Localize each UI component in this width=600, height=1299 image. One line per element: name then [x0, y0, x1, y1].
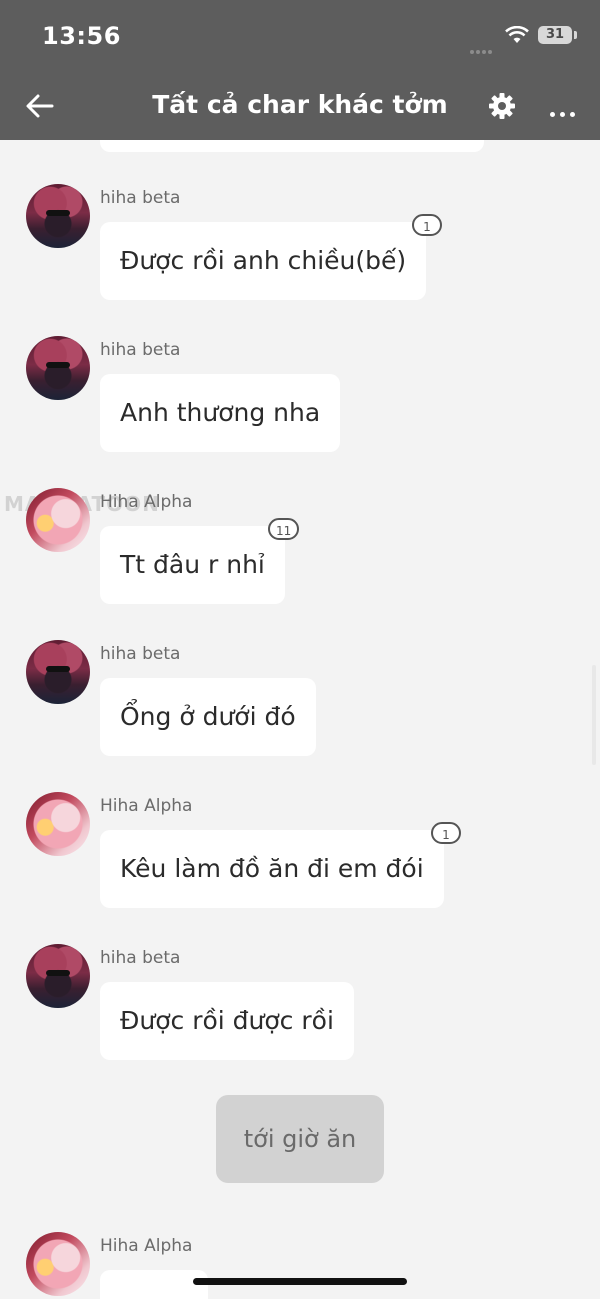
sender-name: Hiha Alpha [100, 492, 193, 512]
status-bar: 13:56 31 [0, 0, 600, 70]
wifi-icon [505, 26, 529, 43]
message-bubble[interactable]: Được rồi anh chiều(bế) [100, 222, 427, 300]
chat-message-list[interactable]: MANGATOON hiha beta Được rồi anh chiều(b… [0, 140, 600, 1299]
reply-count-badge[interactable]: 1 [431, 822, 461, 844]
message-bubble[interactable]: Ổng ở dưới đó [100, 678, 316, 756]
gear-icon[interactable] [487, 91, 517, 121]
sender-name: Hiha Alpha [100, 796, 193, 816]
message-bubble[interactable]: Tt đâu r nhỉ [100, 526, 285, 604]
chat-header: Tất cả char khác tởm [0, 70, 600, 140]
sender-name: Hiha Alpha [100, 1236, 193, 1256]
message-bubble[interactable]: Anh thương nha [100, 374, 341, 452]
avatar[interactable] [26, 944, 90, 1008]
sender-name: hiha beta [100, 188, 181, 208]
more-options-icon[interactable] [550, 102, 580, 117]
home-indicator[interactable] [193, 1278, 407, 1285]
message-bubble[interactable]: Kêu làm đồ ăn đi em đói [100, 830, 444, 908]
scrollbar[interactable] [592, 665, 596, 765]
sender-name: hiha beta [100, 644, 181, 664]
avatar[interactable] [26, 1232, 90, 1296]
reply-count-badge[interactable]: 11 [268, 518, 300, 540]
status-time: 13:56 [42, 22, 121, 50]
reply-count-badge[interactable]: 1 [412, 214, 442, 236]
message-bubble[interactable] [100, 1270, 208, 1299]
battery-icon: 31 [538, 26, 572, 44]
avatar[interactable] [26, 488, 90, 552]
system-message: tới giờ ăn [216, 1095, 384, 1183]
battery-tip [574, 31, 577, 39]
message-bubble[interactable]: Được rồi được rồi [100, 982, 354, 1060]
cellular-signal-icon [470, 39, 494, 58]
sender-name: hiha beta [100, 948, 181, 968]
message-bubble-partial [100, 140, 484, 152]
avatar[interactable] [26, 336, 90, 400]
avatar[interactable] [26, 640, 90, 704]
sender-name: hiha beta [100, 340, 181, 360]
avatar[interactable] [26, 184, 90, 248]
avatar[interactable] [26, 792, 90, 856]
